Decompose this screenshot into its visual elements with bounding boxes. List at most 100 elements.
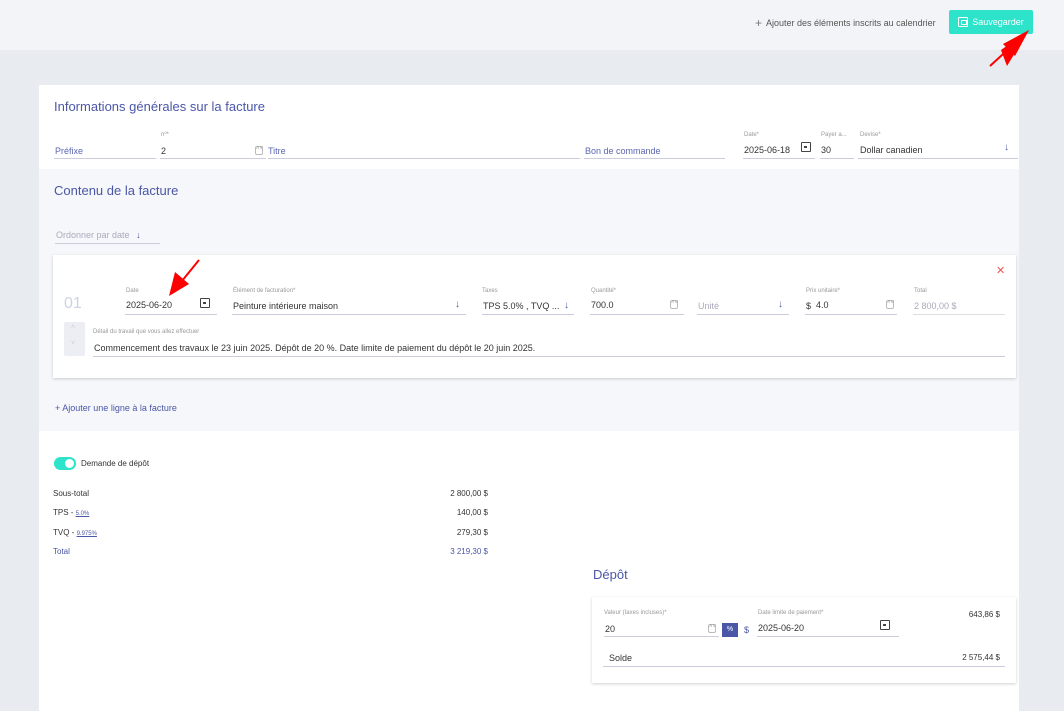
order-by-label: Ordonner par date — [56, 230, 130, 240]
price-currency: $ — [806, 301, 812, 311]
title-input[interactable]: Titre — [268, 146, 286, 156]
price-underline — [805, 314, 897, 315]
unit-price-label: Prix unitaire* — [806, 288, 841, 294]
due-date-input[interactable]: 2025-06-20 — [758, 623, 804, 633]
balance-value: 2 575,44 $ — [962, 653, 1000, 662]
tvq-row: TVQ - 9.975% — [53, 528, 97, 537]
arrow-down-icon: ↓ — [136, 230, 141, 240]
quantity-stepper[interactable]: ˄˅ — [670, 300, 678, 309]
po-underline — [584, 158, 725, 159]
subtotal-value: 2 800,00 $ — [450, 489, 488, 498]
invoice-content-title: Contenu de la facture — [54, 183, 179, 198]
unit-underline — [697, 314, 789, 315]
prefix-underline — [54, 158, 156, 159]
plus-icon: + — [755, 16, 763, 30]
add-line-button[interactable]: + Ajouter une ligne à la facture — [55, 403, 177, 413]
up-icon: ˄ — [71, 324, 76, 331]
pay-terms-input[interactable]: 30 — [821, 145, 831, 155]
currency-underline — [858, 158, 1018, 159]
tvq-rate-link[interactable]: 9.975% — [77, 531, 97, 537]
due-date-label: Date limite de paiement* — [758, 610, 824, 616]
chevron-down-icon[interactable]: ↓ — [1004, 142, 1009, 153]
quantity-label: Quantité* — [591, 288, 617, 294]
general-info-panel — [39, 85, 1019, 169]
calendar-icon[interactable] — [880, 620, 890, 630]
quantity-underline — [590, 314, 684, 315]
balance-underline — [603, 666, 1005, 667]
tps-row: TPS - 5.0% — [53, 508, 89, 517]
purchase-order-input[interactable]: Bon de commande — [585, 146, 661, 156]
deposit-stepper[interactable]: ˄˅ — [708, 624, 716, 633]
chevron-down-icon[interactable]: ↓ — [564, 300, 569, 311]
tps-label: TPS - — [53, 508, 76, 517]
deposit-value-label: Valeur (taxes incluses)* — [604, 610, 667, 616]
number-input[interactable]: 2 — [161, 146, 166, 156]
line-date-label: Date — [126, 288, 139, 294]
add-line-label: Ajouter une ligne à la facture — [62, 403, 177, 413]
annotation-arrow-save — [989, 30, 1029, 67]
delete-line-icon[interactable]: ✕ — [996, 264, 1005, 277]
percent-toggle-button[interactable]: % — [722, 623, 738, 637]
pay-underline — [820, 158, 854, 159]
down-icon: ˅ — [71, 340, 76, 347]
reorder-handle[interactable]: ˄ ˅ — [64, 322, 85, 356]
add-calendar-label: Ajouter des éléments inscrits au calendr… — [766, 18, 936, 28]
general-info-title: Informations générales sur la facture — [54, 99, 265, 114]
order-by-select[interactable]: Ordonner par date ↓ — [56, 230, 141, 240]
currency-label: Devise* — [860, 132, 881, 138]
save-icon — [958, 17, 969, 27]
deposit-value-input[interactable]: 20 — [605, 624, 615, 634]
total-summary-value: 3 219,30 $ — [450, 547, 488, 556]
calendar-icon[interactable] — [801, 142, 811, 152]
item-underline — [232, 314, 466, 315]
prefix-input[interactable]: Préfixe — [55, 146, 83, 156]
line-date-underline — [125, 314, 217, 315]
taxes-underline — [482, 314, 574, 315]
taxes-label: Taxes — [482, 288, 498, 294]
chevron-down-icon[interactable]: ↓ — [455, 299, 460, 310]
dollar-toggle-button[interactable]: $ — [744, 625, 749, 635]
due-date-underline — [757, 636, 899, 637]
tps-value: 140,00 $ — [456, 508, 488, 517]
detail-label: Détail du travail que vous allez effectu… — [93, 329, 200, 335]
title-underline — [268, 158, 580, 159]
detail-underline — [93, 356, 1005, 357]
taxes-select[interactable]: TPS 5.0% , TVQ ... — [483, 301, 559, 311]
line-total: 2 800,00 $ — [914, 301, 957, 311]
detail-input[interactable]: Commencement des travaux le 23 juin 2025… — [94, 343, 535, 353]
deposit-amount: 643,86 $ — [968, 610, 1000, 619]
chevron-down-icon[interactable]: ↓ — [778, 299, 783, 310]
unit-select[interactable]: Unité — [698, 301, 719, 311]
add-calendar-items-link[interactable]: + Ajouter des éléments inscrits au calen… — [755, 16, 936, 30]
price-stepper[interactable]: ˄˅ — [886, 300, 894, 309]
date-input[interactable]: 2025-06-18 — [744, 145, 790, 155]
quantity-input[interactable]: 700.0 — [591, 300, 614, 310]
item-select[interactable]: Peinture intérieure maison — [233, 301, 338, 311]
number-underline — [160, 158, 266, 159]
top-toolbar: + Ajouter des éléments inscrits au calen… — [0, 0, 1064, 50]
subtotal-label: Sous-total — [53, 489, 90, 498]
item-label: Élément de facturation* — [233, 288, 296, 294]
tps-rate-link[interactable]: 5.0% — [76, 511, 90, 517]
total-underline — [913, 314, 1005, 315]
deposit-underline — [604, 636, 719, 637]
currency-select[interactable]: Dollar canadien — [860, 145, 923, 155]
unit-price-input[interactable]: 4.0 — [816, 300, 829, 310]
total-label: Total — [914, 288, 927, 294]
total-summary-label: Total — [53, 547, 70, 556]
plus-icon: + — [55, 403, 61, 413]
deposit-title: Dépôt — [593, 567, 628, 582]
pay-terms-label: Payer a... — [821, 132, 847, 138]
date-label: Date* — [744, 132, 760, 138]
line-date-input[interactable]: 2025-06-20 — [126, 300, 172, 310]
order-underline — [55, 243, 160, 244]
line-number: 01 — [64, 295, 82, 312]
number-stepper[interactable]: ˄˅ — [255, 146, 263, 155]
deposit-toggle-label: Demande de dépôt — [81, 459, 150, 468]
annotation-arrow-date — [169, 259, 200, 296]
balance-label: Solde — [609, 653, 633, 663]
tvq-label: TVQ - — [53, 528, 77, 537]
date-underline — [743, 158, 815, 159]
tvq-value: 279,30 $ — [456, 528, 488, 537]
deposit-toggle[interactable] — [54, 457, 76, 470]
